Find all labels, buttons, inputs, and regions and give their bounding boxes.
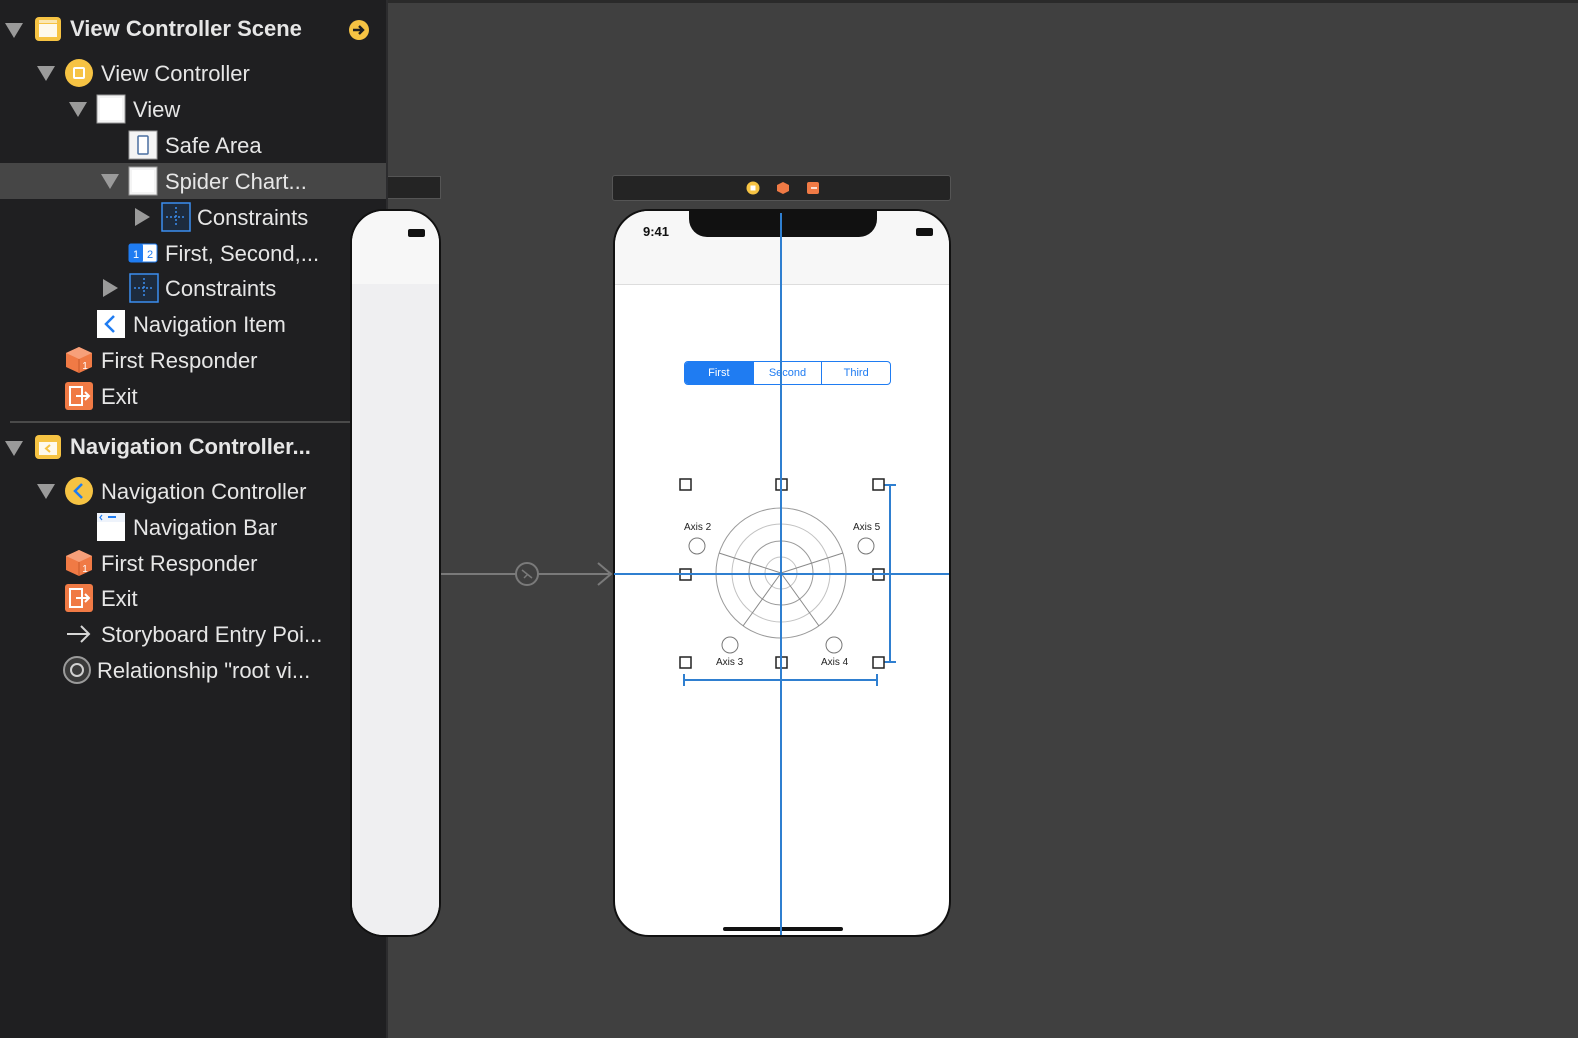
disclosure-open-icon[interactable] [37,484,55,499]
disclosure-closed-icon[interactable] [103,279,118,297]
svg-text:2: 2 [147,249,153,261]
outline-label: Spider Chart... [165,169,307,194]
axis-label: Axis 2 [684,522,712,533]
scene-icon [35,17,61,41]
outline-label: Navigation Bar [133,515,278,540]
outline-item-constraints-outer[interactable]: Constraints [0,270,386,306]
outline-label: First, Second,... [165,241,320,266]
constraints-icon [161,202,191,232]
navigation-item-icon [97,310,125,338]
navigation-controller-phone[interactable] [350,209,441,937]
status-time: 9:41 [643,224,670,239]
content-area [352,284,439,935]
svg-text:1: 1 [82,564,88,575]
view-controller-icon [65,59,93,87]
disclosure-open-icon[interactable] [5,441,23,456]
first-responder-icon: 1 [66,550,92,576]
safe-area-icon [128,130,158,160]
horizontal-center-guide [614,573,949,575]
outline-label: Exit [101,586,138,611]
navigation-controller-icon [65,477,93,505]
outline-label: Constraints [165,276,277,301]
storyboard-canvas[interactable] [388,0,1578,1038]
disclosure-open-icon[interactable] [37,66,55,81]
first-responder-icon: 1 [66,347,92,373]
svg-text:1: 1 [82,361,88,372]
segment-third[interactable]: Third [821,362,890,384]
outline-label: Relationship "root vi... [97,658,311,683]
constraints-icon [129,273,159,303]
navigation-bar [352,211,439,285]
outline-item-constraints-inner[interactable]: Constraints [0,199,386,235]
notch [689,211,877,237]
axis-label: Axis 5 [853,522,881,533]
outline-item-view[interactable]: View [0,91,386,127]
spider-chart-view[interactable] [676,476,901,691]
exit-icon [65,382,93,410]
outline-item-navigation-bar[interactable]: Navigation Bar [0,509,386,545]
outline-scene-navigation-controller[interactable]: Navigation Controller... [0,430,386,466]
scene-icon [35,435,61,459]
outline-item-navigation-controller[interactable]: Navigation Controller [0,473,386,509]
outline-label: Exit [101,384,138,409]
exit-icon [65,584,93,612]
outline-item-exit[interactable]: Exit [0,580,386,616]
outline-item-safe-area[interactable]: Safe Area [0,127,386,163]
outline-label: Storyboard Entry Poi... [101,622,323,647]
view-icon [128,166,158,196]
outline-divider [10,421,366,423]
svg-text:1: 1 [133,249,139,261]
outline-item-navigation-item[interactable]: Navigation Item [0,306,386,342]
segmented-control-icon: 1 2 [128,243,158,263]
home-indicator [723,927,843,931]
outline-item-exit[interactable]: Exit [0,378,386,414]
segment-second[interactable]: Second [752,362,822,384]
view-controller-scene-dock[interactable] [612,175,951,201]
relationship-segue-arrow[interactable] [441,558,616,590]
axis-label: Axis 3 [716,657,744,665]
outline-label: Constraints [197,205,309,230]
disclosure-open-icon[interactable] [5,23,23,38]
outline-item-first-responder[interactable]: 1 First Responder [0,545,386,581]
disclosure-open-icon[interactable] [101,174,119,189]
disclosure-closed-icon[interactable] [135,208,150,226]
outline-item-relationship[interactable]: Relationship "root vi... [0,652,386,688]
relationship-segue-icon [63,656,91,684]
first-responder-icon[interactable] [776,181,790,195]
outline-scene-view-controller[interactable]: View Controller Scene [0,12,386,48]
segmented-control[interactable]: First Second Third [684,361,891,385]
outline-item-spider-chart[interactable]: Spider Chart... [0,163,386,199]
axis-label: Axis 4 [821,657,849,665]
segment-first[interactable]: First [685,362,753,384]
outline-label: View Controller Scene [70,16,302,41]
outline-label: Navigation Controller... [70,434,311,459]
view-controller-icon[interactable] [746,181,760,195]
outline-label: Navigation Controller [101,479,307,504]
outline-item-segmented-control[interactable]: 1 2 First, Second,... [0,235,386,271]
navigation-controller-scene-dock[interactable] [388,176,441,199]
outline-label: First Responder [101,551,258,576]
view-icon [96,94,126,124]
arrow-right-icon [67,625,91,643]
outline-item-view-controller[interactable]: View Controller [0,55,386,91]
outline-label: Safe Area [165,133,262,158]
exit-icon[interactable] [806,181,820,195]
battery-icon [408,229,425,237]
document-outline: View Controller Scene View Controller Vi… [0,0,388,1038]
outline-label: View [133,97,181,122]
outline-label: First Responder [101,348,258,373]
outline-label: View Controller [101,61,250,86]
go-arrow-icon[interactable] [348,19,370,41]
battery-icon [916,228,933,236]
outline-item-storyboard-entry[interactable]: Storyboard Entry Poi... [0,616,386,652]
outline-label: Navigation Item [133,312,286,337]
disclosure-open-icon[interactable] [69,102,87,117]
navigation-bar-icon [97,513,125,541]
outline-item-first-responder[interactable]: 1 First Responder [0,342,386,378]
